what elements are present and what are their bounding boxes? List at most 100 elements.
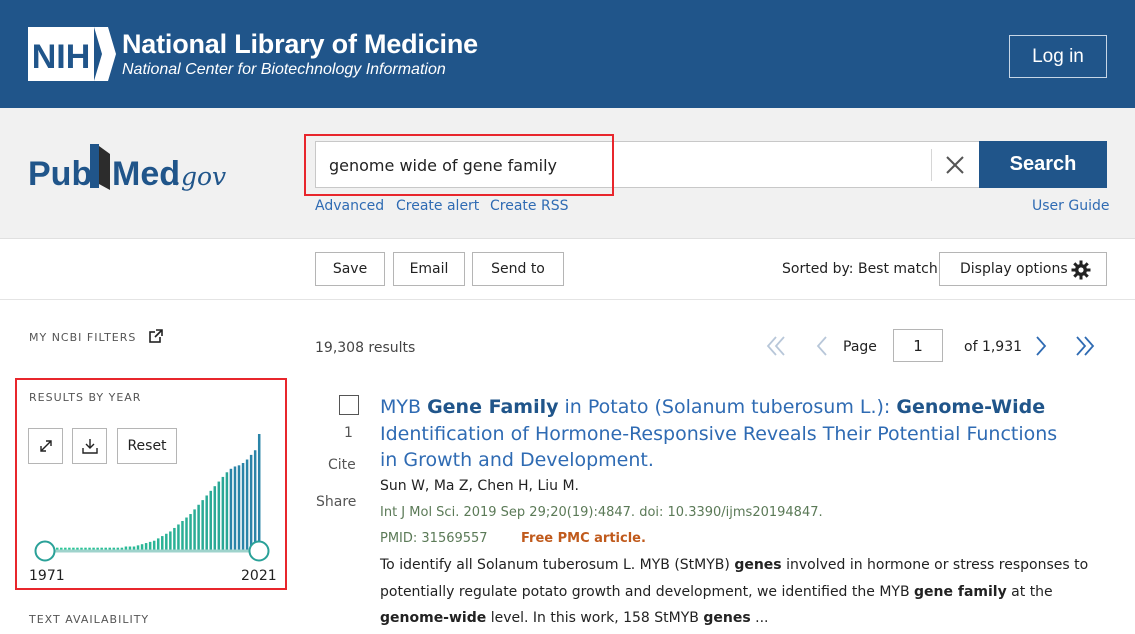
save-button[interactable]: Save xyxy=(315,252,385,286)
histogram-bar[interactable] xyxy=(229,468,233,550)
histogram-bar[interactable] xyxy=(225,472,229,550)
text-segment: MYB xyxy=(380,396,428,418)
page-total: of 1,931 xyxy=(964,339,1023,355)
histogram-bar[interactable] xyxy=(201,500,204,550)
email-button[interactable]: Email xyxy=(393,252,465,286)
text-segment: involved in hormone or stress responses … xyxy=(781,557,1089,573)
text-availability-heading: TEXT AVAILABILITY xyxy=(29,613,150,626)
year-end-label: 2021 xyxy=(241,568,277,584)
histogram-bar[interactable] xyxy=(173,527,176,550)
histogram-bar[interactable] xyxy=(128,546,132,550)
highlighted-term: Genome-Wide xyxy=(896,396,1046,418)
external-link-icon[interactable] xyxy=(149,329,163,343)
year-slider-end-handle[interactable] xyxy=(248,540,270,562)
year-start-label: 1971 xyxy=(29,568,65,584)
user-guide-link[interactable]: User Guide xyxy=(1032,198,1109,214)
histogram-bar[interactable] xyxy=(136,545,140,550)
histogram-bar[interactable] xyxy=(132,546,136,550)
histogram-bar[interactable] xyxy=(249,454,253,550)
histogram-bar[interactable] xyxy=(189,514,192,550)
text-segment: To identify all Solanum tuberosum L. MYB… xyxy=(380,557,735,573)
sorted-by-label[interactable]: Sorted by: Best match xyxy=(782,261,938,277)
text-segment: Identification of Hormone-Responsive Rev… xyxy=(380,422,1058,472)
histogram-bar[interactable] xyxy=(221,476,225,550)
histogram-bar[interactable] xyxy=(193,509,196,550)
histogram-bar[interactable] xyxy=(237,465,241,550)
histogram-bar[interactable] xyxy=(177,524,180,550)
text-segment: at the xyxy=(1006,584,1053,600)
highlighted-term: genes xyxy=(703,610,751,626)
histogram-bar[interactable] xyxy=(169,531,172,550)
first-page-icon[interactable] xyxy=(764,334,788,358)
highlighted-term: gene family xyxy=(914,584,1007,600)
histogram-bar[interactable] xyxy=(245,459,249,550)
text-segment: ... xyxy=(750,610,769,626)
highlighted-term: genes xyxy=(734,557,782,573)
result-snippet-line: genome-wide level. In this work, 158 StM… xyxy=(380,610,1100,626)
histogram-bar[interactable] xyxy=(181,521,184,550)
pubmed-logo[interactable]: Pub Med .gov xyxy=(28,140,233,200)
results-by-year-heading: RESULTS BY YEAR xyxy=(29,391,142,404)
advanced-link[interactable]: Advanced xyxy=(315,198,384,214)
histogram-bar[interactable] xyxy=(165,533,168,550)
logo-book-icon xyxy=(90,144,99,188)
page-label: Page xyxy=(843,339,877,355)
share-button[interactable]: Share xyxy=(316,494,356,510)
next-page-icon[interactable] xyxy=(1029,334,1053,358)
histogram-bar[interactable] xyxy=(156,538,160,550)
histogram-bar[interactable] xyxy=(209,490,212,550)
login-button[interactable]: Log in xyxy=(1009,35,1107,78)
send-to-button[interactable]: Send to xyxy=(472,252,564,286)
nih-logo-text: NIH xyxy=(32,38,91,76)
nih-title[interactable]: National Library of Medicine xyxy=(122,29,478,60)
clear-icon[interactable] xyxy=(942,152,968,178)
highlight-box-search xyxy=(304,134,614,196)
cite-button[interactable]: Cite xyxy=(328,457,356,473)
result-snippet-line: potentially regulate potato growth and d… xyxy=(380,584,1100,600)
nih-header: NIH National Library of Medicine Nationa… xyxy=(0,0,1135,108)
display-options-label: Display options xyxy=(960,261,1068,277)
histogram-bar[interactable] xyxy=(124,546,128,550)
histogram-bar[interactable] xyxy=(185,517,188,550)
result-snippet-line: To identify all Solanum tuberosum L. MYB… xyxy=(380,557,1100,573)
results-by-year-histogram[interactable] xyxy=(30,420,280,570)
histogram-bar[interactable] xyxy=(217,481,221,550)
text-segment: in Potato (Solanum tuberosum L.): xyxy=(558,396,897,418)
logo-gov: .gov xyxy=(173,162,226,191)
logo-med: Med xyxy=(112,155,180,193)
histogram-bar[interactable] xyxy=(148,541,152,550)
search-band: Pub Med .gov genome wide of gene family … xyxy=(0,108,1135,239)
histogram-bar[interactable] xyxy=(241,463,245,550)
free-pmc-article-label: Free PMC article. xyxy=(521,531,646,546)
result-checkbox[interactable] xyxy=(339,395,359,415)
my-ncbi-filters-heading[interactable]: MY NCBI FILTERS xyxy=(29,331,136,344)
histogram-bar[interactable] xyxy=(213,486,217,550)
histogram-bar[interactable] xyxy=(197,504,200,550)
results-toolbar: Save Email Send to Sorted by: Best match… xyxy=(0,239,1135,300)
search-button[interactable]: Search xyxy=(979,141,1107,188)
create-alert-link[interactable]: Create alert xyxy=(396,198,479,214)
text-segment: level. In this work, 158 StMYB xyxy=(486,610,704,626)
histogram-bar[interactable] xyxy=(233,466,237,550)
divider xyxy=(931,149,932,181)
histogram-bar[interactable] xyxy=(257,434,261,550)
previous-page-icon[interactable] xyxy=(810,334,834,358)
highlighted-term: Gene Family xyxy=(427,396,559,418)
create-rss-link[interactable]: Create RSS xyxy=(490,198,568,214)
year-slider-start-handle[interactable] xyxy=(34,540,56,562)
result-citation: Int J Mol Sci. 2019 Sep 29;20(19):4847. … xyxy=(380,505,823,520)
histogram-bar[interactable] xyxy=(152,540,156,550)
page-number-input[interactable]: 1 xyxy=(893,329,943,362)
logo-pub: Pub xyxy=(28,155,92,193)
last-page-icon[interactable] xyxy=(1073,334,1097,358)
text-segment: potentially regulate potato growth and d… xyxy=(380,584,915,600)
histogram-bar[interactable] xyxy=(205,495,208,550)
gear-icon[interactable] xyxy=(1071,260,1091,280)
histogram-bar[interactable] xyxy=(140,544,144,550)
histogram-bar[interactable] xyxy=(161,536,164,550)
histogram-bar[interactable] xyxy=(144,543,148,550)
nih-subtitle: National Center for Biotechnology Inform… xyxy=(122,61,446,78)
nih-logo-icon[interactable]: NIH xyxy=(28,27,116,81)
histogram-bar[interactable] xyxy=(253,450,257,550)
result-title-link[interactable]: MYB Gene Family in Potato (Solanum tuber… xyxy=(380,394,1070,474)
